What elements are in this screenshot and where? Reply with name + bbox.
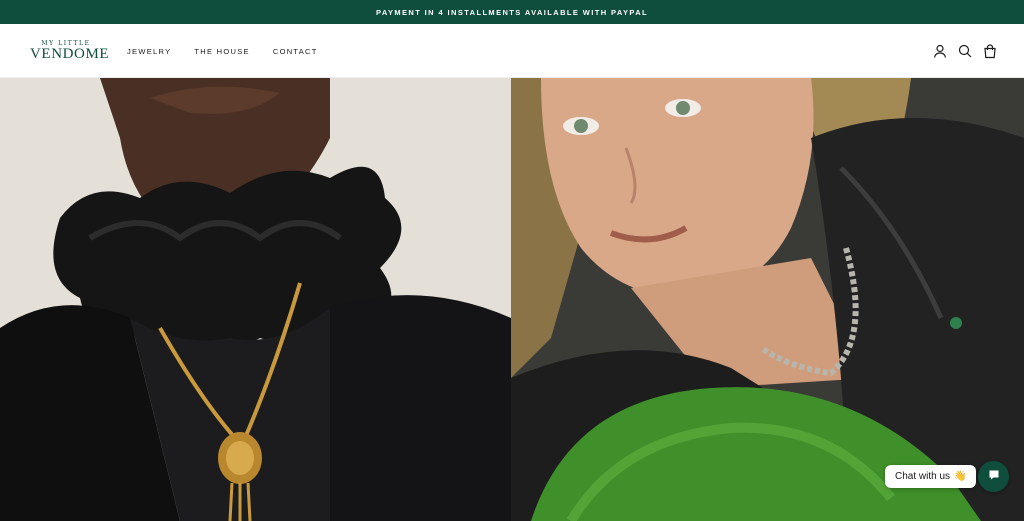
model-photo-left: [0, 78, 511, 521]
cart-icon[interactable]: [982, 43, 998, 59]
site-logo[interactable]: MY LITTLE VENDOME: [30, 40, 110, 64]
main-nav: JEWELRY THE HOUSE CONTACT: [127, 24, 341, 78]
model-photo-right: [511, 78, 1024, 521]
announcement-bar: PAYMENT IN 4 INSTALLMENTS AVAILABLE WITH…: [0, 0, 1024, 24]
nav-the-house[interactable]: THE HOUSE: [194, 47, 249, 56]
hero-left-image[interactable]: [0, 78, 511, 521]
wave-emoji-icon: 👋: [954, 471, 967, 482]
account-icon[interactable]: [932, 43, 948, 59]
announcement-text: PAYMENT IN 4 INSTALLMENTS AVAILABLE WITH…: [375, 7, 649, 17]
chat-launcher-button[interactable]: [978, 461, 1009, 492]
site-header: MY LITTLE VENDOME JEWELRY THE HOUSE CONT…: [0, 24, 1024, 78]
chat-with-us-bubble[interactable]: Chat with us 👋: [885, 465, 977, 488]
chat-label: Chat with us: [895, 471, 951, 482]
logo-main-text: VENDOME: [30, 46, 110, 62]
chat-icon: [988, 468, 1000, 486]
search-icon[interactable]: [957, 43, 973, 59]
hero-banner: [0, 78, 1024, 521]
nav-contact[interactable]: CONTACT: [273, 47, 318, 56]
nav-jewelry[interactable]: JEWELRY: [127, 47, 171, 56]
hero-right-image[interactable]: [511, 78, 1024, 521]
header-icons: [923, 24, 998, 78]
